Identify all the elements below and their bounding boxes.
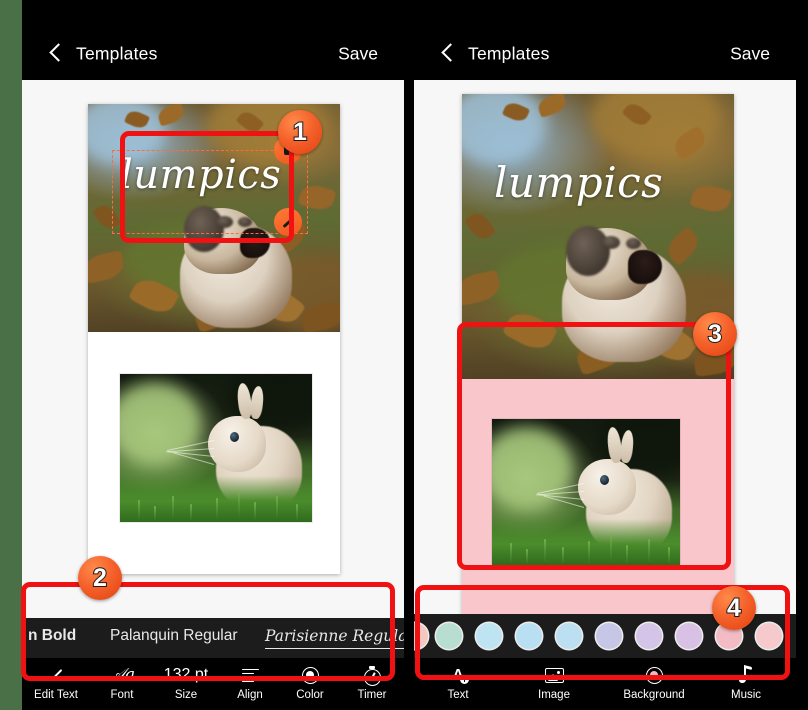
annotation-badge-3: 3: [693, 312, 737, 356]
tool-label: Image: [538, 689, 570, 701]
text-add-icon: A: [447, 666, 469, 685]
tool-align[interactable]: Align: [218, 664, 282, 701]
swatch-9[interactable]: [756, 623, 782, 649]
pencil-icon: [48, 667, 64, 683]
left-edge-strip: [0, 0, 22, 710]
page-title: Templates: [468, 43, 550, 64]
pink-background-section[interactable]: [462, 379, 734, 622]
swatch-1[interactable]: [436, 623, 462, 649]
swatch-7[interactable]: [676, 623, 702, 649]
swatch-0[interactable]: [414, 623, 428, 649]
tool-text[interactable]: A Text: [426, 664, 490, 701]
align-icon: [241, 668, 259, 683]
save-button[interactable]: Save: [338, 44, 378, 65]
navbar-right: Templates Save: [414, 28, 796, 80]
font-aa-icon: 𝒜𝑎: [108, 665, 136, 685]
bunny-photo-right[interactable]: [492, 419, 680, 565]
swatch-5[interactable]: [596, 623, 622, 649]
phone-panel-left: Templates Save lumpics n Bold Palanquin …: [22, 0, 404, 710]
logo-text-right[interactable]: lumpics: [494, 158, 663, 207]
tool-label: Background: [623, 689, 685, 701]
image-icon: [544, 667, 564, 683]
timer-icon: [363, 665, 381, 686]
tool-image[interactable]: Image: [522, 664, 586, 701]
font-item-2[interactable]: Parisienne Regular: [265, 627, 404, 649]
swatch-2[interactable]: [476, 623, 502, 649]
screenshot-stage: Templates Save lumpics n Bold Palanquin …: [0, 0, 808, 710]
font-item-0[interactable]: n Bold: [28, 627, 76, 645]
tool-label: Text: [447, 689, 469, 701]
tool-label: Size: [174, 689, 198, 701]
text-tool-row: Edit Text 𝒜𝑎 Font 132 pt Size Align Colo…: [22, 658, 404, 710]
background-icon: [645, 666, 663, 684]
tool-music[interactable]: Music: [714, 664, 778, 701]
page-title: Templates: [76, 43, 158, 64]
tool-label: Font: [110, 689, 134, 701]
bunny-photo-left[interactable]: [120, 374, 312, 522]
navbar-left: Templates Save: [22, 28, 404, 80]
canvas-area-left[interactable]: lumpics: [22, 80, 404, 710]
pencil-icon: [281, 215, 295, 229]
tool-label: Edit Text: [34, 689, 78, 701]
annotation-badge-1: 1: [278, 110, 322, 154]
save-button[interactable]: Save: [730, 44, 770, 65]
tool-timer[interactable]: Timer: [340, 664, 404, 701]
tool-background[interactable]: Background: [608, 664, 700, 701]
tool-label: Timer: [357, 689, 387, 701]
tool-color[interactable]: Color: [278, 664, 342, 701]
design-card-right[interactable]: lumpics: [462, 94, 734, 622]
annotation-badge-2: 2: [78, 556, 122, 600]
color-circle-icon: [301, 666, 319, 684]
swatch-4[interactable]: [556, 623, 582, 649]
main-tool-row: A Text Image Background Music: [414, 658, 796, 710]
music-note-icon: [739, 665, 753, 684]
chevron-left-icon[interactable]: [50, 43, 63, 65]
tool-label: Music: [730, 689, 762, 701]
tool-font[interactable]: 𝒜𝑎 Font: [90, 664, 154, 701]
tool-size[interactable]: 132 pt Size: [154, 664, 218, 701]
chevron-left-icon[interactable]: [442, 43, 455, 65]
tool-label: Color: [296, 689, 324, 701]
size-value: 132 pt: [163, 666, 209, 683]
tool-edit-text[interactable]: Edit Text: [24, 664, 88, 701]
font-item-1[interactable]: Palanquin Regular: [110, 627, 238, 645]
swatch-6[interactable]: [636, 623, 662, 649]
swatch-3[interactable]: [516, 623, 542, 649]
tool-label: Align: [237, 689, 263, 701]
edit-text-button[interactable]: [274, 208, 302, 236]
text-editor-bar: n Bold Palanquin Regular Parisienne Regu…: [22, 618, 404, 710]
font-list-row[interactable]: n Bold Palanquin Regular Parisienne Regu…: [22, 618, 404, 658]
annotation-badge-4: 4: [712, 586, 756, 630]
